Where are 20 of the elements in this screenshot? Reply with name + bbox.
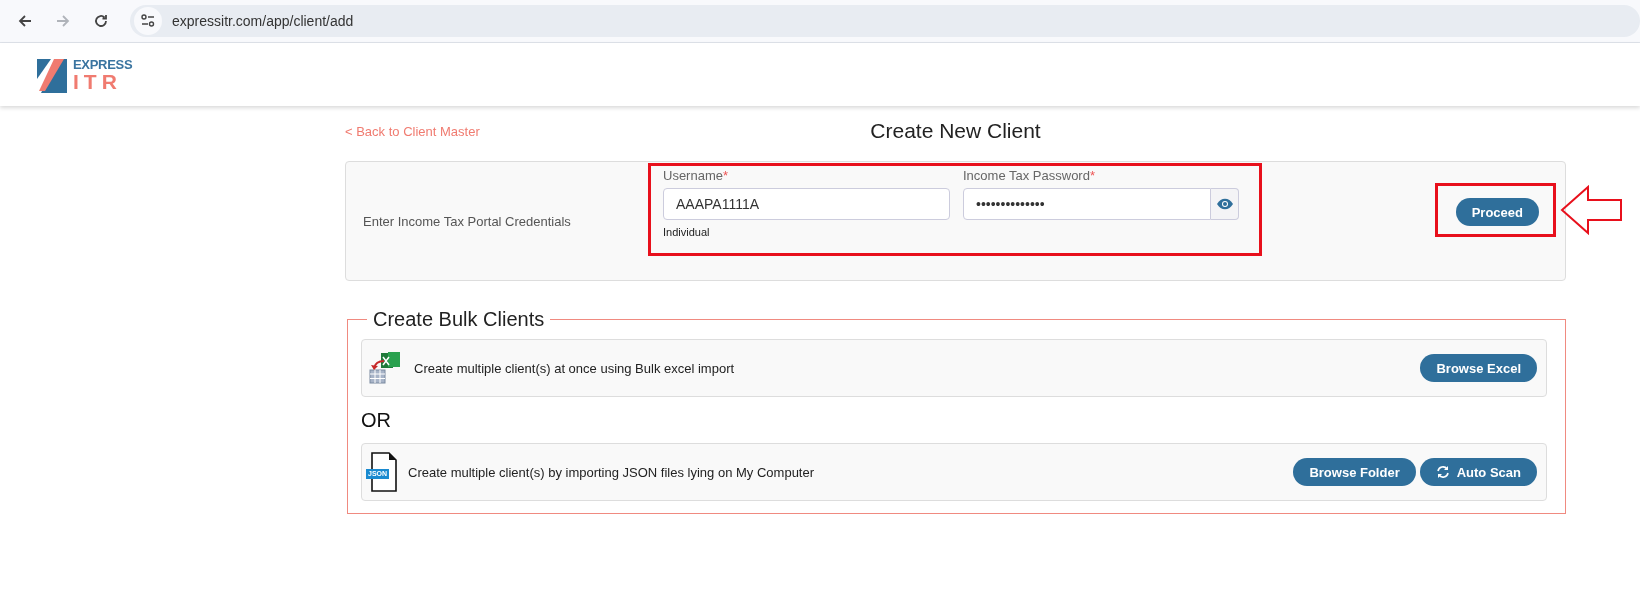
proceed-button[interactable]: Proceed — [1455, 198, 1539, 226]
page-title: Create New Client — [870, 119, 1041, 143]
auto-scan-button[interactable]: Auto Scan — [1419, 458, 1537, 486]
browse-button[interactable]: Browse Folder — [1293, 458, 1416, 486]
or-separator: OR — [361, 408, 391, 432]
browse-button[interactable]: Browse Excel — [1420, 354, 1537, 382]
section-title: Create Bulk Clients — [372, 308, 546, 331]
password-field[interactable]: •••••••••••••• — [963, 188, 1211, 220]
field-label: Username* — [663, 168, 730, 185]
logo-text: EXPRESS — [73, 57, 133, 71]
import-option-text: Create multiple client(s) by importing JSON files lying on My Computer — [408, 464, 816, 480]
credentials-label: Enter Income Tax Portal Credentials — [362, 213, 572, 229]
url-text: expressitr.com/app/client/add — [172, 13, 354, 29]
username-field[interactable]: AAAPA1111A — [663, 188, 950, 220]
address-bar[interactable]: expressitr.com/app/client/add — [130, 5, 1640, 37]
import-option-text: Create multiple client(s) at once using Bulk excel import — [414, 360, 736, 376]
taxpayer-type-text: Individual — [663, 226, 711, 238]
back-link[interactable]: < Back to Client Master — [345, 124, 480, 139]
logo-text: ITR — [73, 70, 123, 92]
field-label: Income Tax Password* — [963, 168, 1096, 185]
